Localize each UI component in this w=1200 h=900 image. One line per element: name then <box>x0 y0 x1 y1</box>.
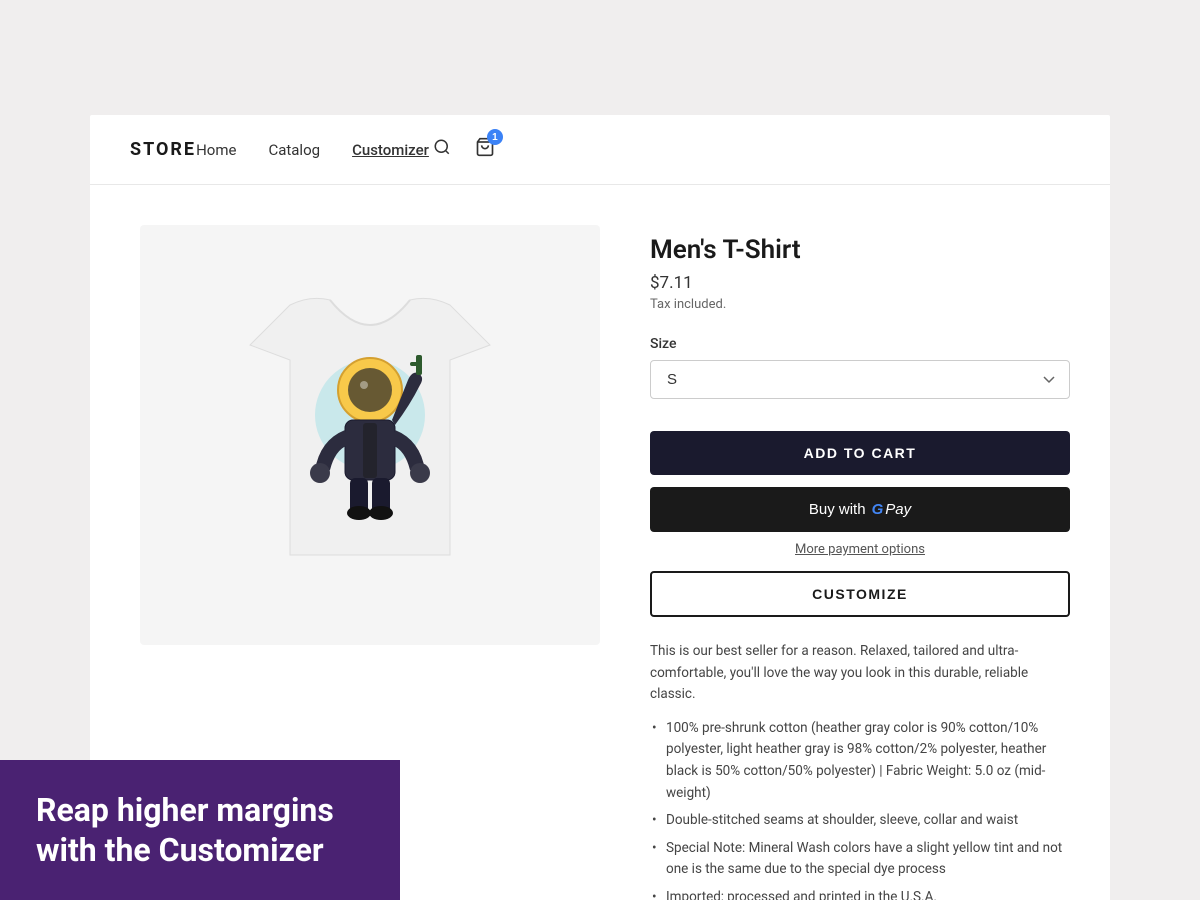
product-tax-note: Tax included. <box>650 297 1070 312</box>
nav-item-home[interactable]: Home <box>196 140 236 159</box>
bullet-1: 100% pre-shrunk cotton (heather gray col… <box>650 718 1070 804</box>
promo-banner-text: Reap higher margins with the Customizer <box>36 790 364 870</box>
page-wrapper: STORE Home Catalog Customizer <box>0 0 1200 900</box>
search-button[interactable] <box>429 134 455 165</box>
bullet-4: Imported; processed and printed in the U… <box>650 887 1070 900</box>
bullet-2: Double-stitched seams at shoulder, sleev… <box>650 810 1070 832</box>
nav-link-home[interactable]: Home <box>196 141 236 159</box>
product-bullets: 100% pre-shrunk cotton (heather gray col… <box>650 718 1070 900</box>
cart-badge: 1 <box>487 129 503 145</box>
more-payment-options[interactable]: More payment options <box>650 542 1070 557</box>
tshirt-illustration <box>210 245 530 625</box>
size-select[interactable]: XS S M L XL 2XL 3XL <box>650 360 1070 399</box>
product-price: $7.11 <box>650 273 1070 293</box>
nav-list: Home Catalog Customizer <box>196 140 429 159</box>
customize-button[interactable]: CUSTOMIZE <box>650 571 1070 617</box>
store-header: STORE Home Catalog Customizer <box>90 115 1110 185</box>
product-details: Men's T-Shirt $7.11 Tax included. Size X… <box>650 225 1070 900</box>
add-to-cart-button[interactable]: ADD TO CART <box>650 431 1070 475</box>
nav-item-customizer[interactable]: Customizer <box>352 140 429 159</box>
product-image <box>140 225 600 645</box>
nav-link-customizer[interactable]: Customizer <box>352 141 429 159</box>
nav-link-catalog[interactable]: Catalog <box>268 141 320 159</box>
product-title: Men's T-Shirt <box>650 235 1070 265</box>
product-description: This is our best seller for a reason. Re… <box>650 641 1070 706</box>
search-icon <box>433 138 451 156</box>
g-letter: G <box>872 501 884 518</box>
size-label: Size <box>650 336 1070 352</box>
gpay-icon: GPay <box>872 501 912 518</box>
nav-item-catalog[interactable]: Catalog <box>268 140 320 159</box>
store-logo: STORE <box>130 139 196 160</box>
cart-button[interactable]: 1 <box>471 133 499 166</box>
top-space <box>0 0 1200 115</box>
promo-banner: Reap higher margins with the Customizer <box>0 760 400 900</box>
buy-now-button[interactable]: Buy with GPay <box>650 487 1070 532</box>
buy-now-label: Buy with <box>809 501 866 518</box>
pay-letter: Pay <box>885 501 911 518</box>
bullet-3: Special Note: Mineral Wash colors have a… <box>650 838 1070 881</box>
store-nav: Home Catalog Customizer <box>196 140 429 159</box>
header-icons: 1 <box>429 133 499 166</box>
